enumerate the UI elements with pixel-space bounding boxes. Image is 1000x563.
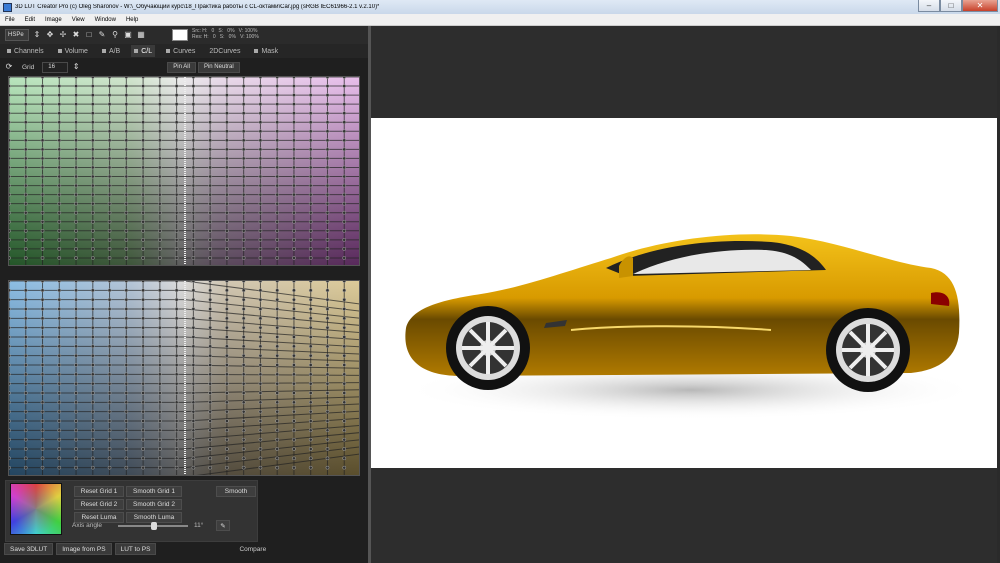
window-controls: – □ ✕ bbox=[918, 0, 998, 12]
title-bar: 3D LUT Creator Pro (c) Oleg Sharonov - W… bbox=[0, 0, 1000, 14]
eyedropper-icon[interactable]: ✎ bbox=[97, 30, 107, 40]
tab-dot-icon bbox=[101, 49, 106, 53]
mode-stepper-icon[interactable]: ⇕ bbox=[32, 30, 42, 40]
cl-grid-1[interactable] bbox=[8, 76, 360, 266]
eyedropper-button[interactable]: ✎ bbox=[216, 520, 230, 531]
color-swatch bbox=[172, 29, 188, 41]
grid-label: Grid bbox=[22, 63, 35, 71]
cl-grid-2[interactable] bbox=[8, 280, 360, 476]
tab-curves[interactable]: Curves bbox=[163, 45, 198, 57]
close-button[interactable]: ✕ bbox=[962, 0, 998, 12]
zoom-icon[interactable]: ⚲ bbox=[110, 30, 120, 40]
grid-bar: ⟳ Grid 16 ⇕ Pin All Pin Neutral bbox=[4, 61, 360, 73]
select-icon[interactable]: □ bbox=[84, 30, 94, 40]
tab-dot-icon bbox=[134, 49, 139, 53]
grid-icon[interactable]: ▦ bbox=[136, 30, 146, 40]
toolbar: HSPe ⇕ ✥ ✢ ✖ □ ✎ ⚲ ▣ ▦ Src: H: 0 S: 0% V… bbox=[0, 26, 368, 44]
window-title: 3D LUT Creator Pro (c) Oleg Sharonov - W… bbox=[15, 4, 380, 10]
fit-icon[interactable]: ▣ bbox=[123, 30, 133, 40]
image-from-ps-button[interactable]: Image from PS bbox=[56, 543, 112, 555]
lut-to-ps-button[interactable]: LUT to PS bbox=[114, 543, 157, 555]
tab-cl[interactable]: C/L bbox=[131, 45, 156, 57]
pin-all-button[interactable]: Pin All bbox=[167, 61, 196, 73]
tab-label: Mask bbox=[261, 47, 279, 55]
pan-icon[interactable]: ✢ bbox=[58, 30, 68, 40]
tab-label: Curves bbox=[173, 47, 196, 55]
readout-line2: Res: H: 0 S: 0% V: 100% bbox=[192, 34, 259, 40]
save-3dlut-button[interactable]: Save 3DLUT bbox=[4, 543, 54, 555]
tab-dot-icon bbox=[57, 49, 62, 53]
slider-knob[interactable] bbox=[151, 522, 158, 530]
color-wheel[interactable] bbox=[10, 483, 62, 535]
front-wheel bbox=[446, 306, 530, 390]
menu-bar: File Edit Image View Window Help bbox=[0, 14, 1000, 26]
tab-dot-icon bbox=[7, 49, 11, 53]
smooth-grid1-button[interactable]: Smooth Grid 1 bbox=[126, 486, 182, 497]
menu-help[interactable]: Help bbox=[121, 17, 143, 23]
tab-label: C/L bbox=[141, 47, 153, 55]
smooth-button[interactable]: Smooth bbox=[216, 486, 256, 497]
menu-image[interactable]: Image bbox=[40, 17, 67, 23]
tab-ab[interactable]: A/B bbox=[99, 45, 123, 57]
grid-1-mesh[interactable] bbox=[9, 77, 360, 266]
tab-label: 2DCurves bbox=[209, 47, 241, 55]
tab-label: Volume bbox=[64, 47, 88, 55]
axis-angle-label: Axis angle bbox=[72, 522, 102, 529]
scale-icon[interactable]: ✖ bbox=[71, 30, 81, 40]
tab-label: A/B bbox=[108, 47, 121, 55]
grid-stepper-icon[interactable]: ⇕ bbox=[71, 62, 81, 72]
footer-bar: Save 3DLUT Image from PS LUT to PS Compa… bbox=[4, 542, 364, 556]
tab-2dcurves[interactable]: 2DCurves bbox=[206, 45, 243, 57]
left-panel: HSPe ⇕ ✥ ✢ ✖ □ ✎ ⚲ ▣ ▦ Src: H: 0 S: 0% V… bbox=[0, 26, 368, 563]
menu-edit[interactable]: Edit bbox=[20, 17, 40, 23]
refresh-icon[interactable]: ⟳ bbox=[4, 62, 14, 72]
rear-wheel bbox=[826, 308, 910, 392]
axis-angle-slider[interactable] bbox=[118, 522, 188, 530]
reset-grid2-button[interactable]: Reset Grid 2 bbox=[74, 499, 124, 510]
tab-bar: Channels Volume A/B C/L Curves 2DCurves … bbox=[0, 44, 368, 58]
eyedropper-icon: ✎ bbox=[220, 522, 226, 530]
reset-grid1-button[interactable]: Reset Grid 1 bbox=[74, 486, 124, 497]
image-viewer[interactable] bbox=[371, 26, 997, 563]
move-icon[interactable]: ✥ bbox=[45, 30, 55, 40]
pin-neutral-button[interactable]: Pin Neutral bbox=[197, 61, 240, 73]
grid-controls: Reset Grid 1 Smooth Grid 1 Smooth Reset … bbox=[5, 480, 258, 542]
color-readout: Src: H: 0 S: 0% V: 100% Res: H: 0 S: 0% … bbox=[192, 28, 259, 40]
car-image bbox=[401, 234, 981, 420]
menu-file[interactable]: File bbox=[0, 17, 20, 23]
tab-volume[interactable]: Volume bbox=[55, 45, 91, 57]
axis-angle-value: 11° bbox=[194, 522, 204, 529]
smooth-grid2-button[interactable]: Smooth Grid 2 bbox=[126, 499, 182, 510]
menu-window[interactable]: Window bbox=[90, 17, 121, 23]
grid-2-mesh[interactable] bbox=[9, 281, 360, 476]
tab-label: Channels bbox=[14, 47, 44, 55]
compare-button[interactable]: Compare bbox=[239, 546, 266, 553]
tab-dot-icon bbox=[166, 49, 171, 53]
tab-dot-icon bbox=[254, 49, 259, 53]
minimize-button[interactable]: – bbox=[918, 0, 940, 12]
menu-view[interactable]: View bbox=[67, 17, 90, 23]
image-canvas[interactable] bbox=[371, 118, 997, 468]
grid-size-input[interactable]: 16 bbox=[42, 61, 69, 73]
tab-channels[interactable]: Channels bbox=[4, 45, 47, 57]
mode-select[interactable]: HSPe bbox=[5, 29, 29, 41]
app-icon bbox=[3, 2, 12, 12]
tab-mask[interactable]: Mask bbox=[251, 45, 281, 57]
maximize-button[interactable]: □ bbox=[940, 0, 962, 12]
